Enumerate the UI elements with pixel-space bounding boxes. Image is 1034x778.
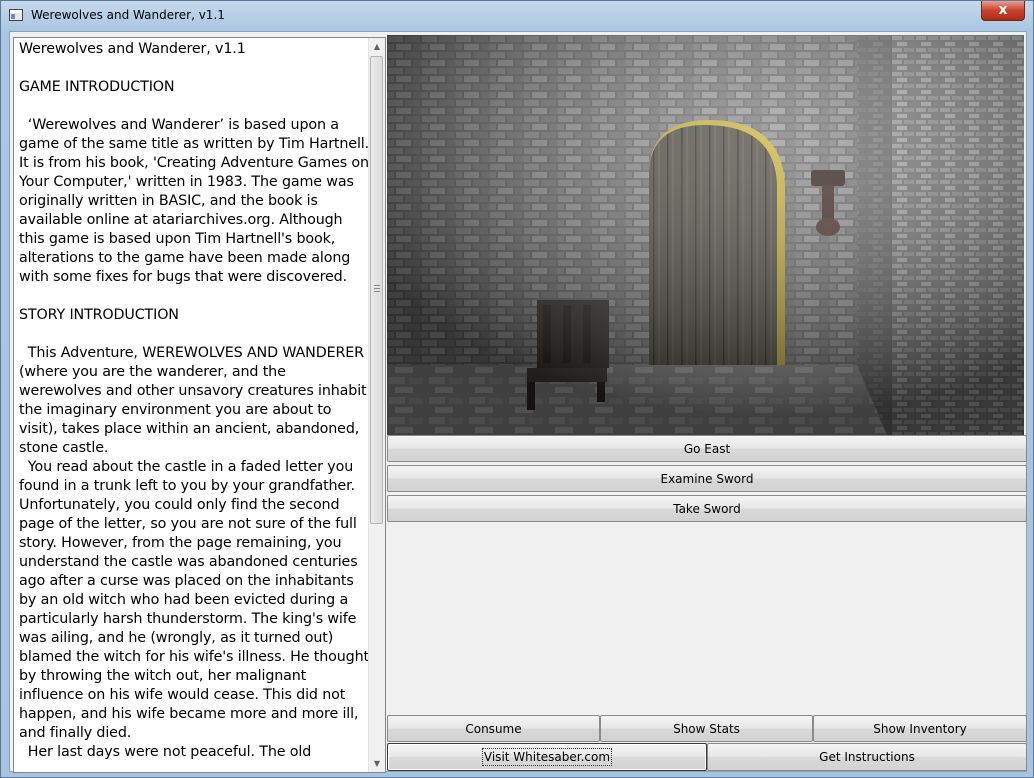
go-east-button[interactable]: Go East (387, 435, 1027, 462)
title-bar[interactable]: Werewolves and Wanderer, v1.1 x (1, 1, 1033, 31)
show-stats-button[interactable]: Show Stats (600, 715, 813, 742)
scrollbar-grip-icon (374, 285, 380, 293)
story-text-box[interactable]: Werewolves and Wanderer, v1.1 GAME INTRO… (13, 37, 386, 773)
scroll-down-arrow-icon[interactable]: ▼ (369, 755, 385, 772)
app-window: Werewolves and Wanderer, v1.1 x Werewolv… (0, 0, 1034, 778)
consume-button[interactable]: Consume (387, 715, 600, 742)
examine-sword-button[interactable]: Examine Sword (387, 465, 1027, 492)
scroll-up-arrow-icon[interactable]: ▲ (369, 38, 385, 55)
visit-whitesaber-button[interactable]: Visit Whitesaber.com (387, 743, 707, 771)
close-button[interactable]: x (981, 1, 1025, 21)
story-text: Werewolves and Wanderer, v1.1 GAME INTRO… (19, 41, 369, 760)
show-inventory-button[interactable]: Show Inventory (813, 715, 1027, 742)
scrollbar-thumb[interactable] (370, 56, 383, 524)
client-area: Werewolves and Wanderer, v1.1 GAME INTRO… (9, 31, 1027, 773)
room-scene-image (387, 35, 1024, 435)
window-title: Werewolves and Wanderer, v1.1 (31, 8, 225, 22)
take-sword-button[interactable]: Take Sword (387, 495, 1027, 522)
get-instructions-button[interactable]: Get Instructions (707, 743, 1027, 771)
vertical-scrollbar[interactable]: ▲ ▼ (368, 38, 385, 772)
window-icon (9, 9, 23, 21)
